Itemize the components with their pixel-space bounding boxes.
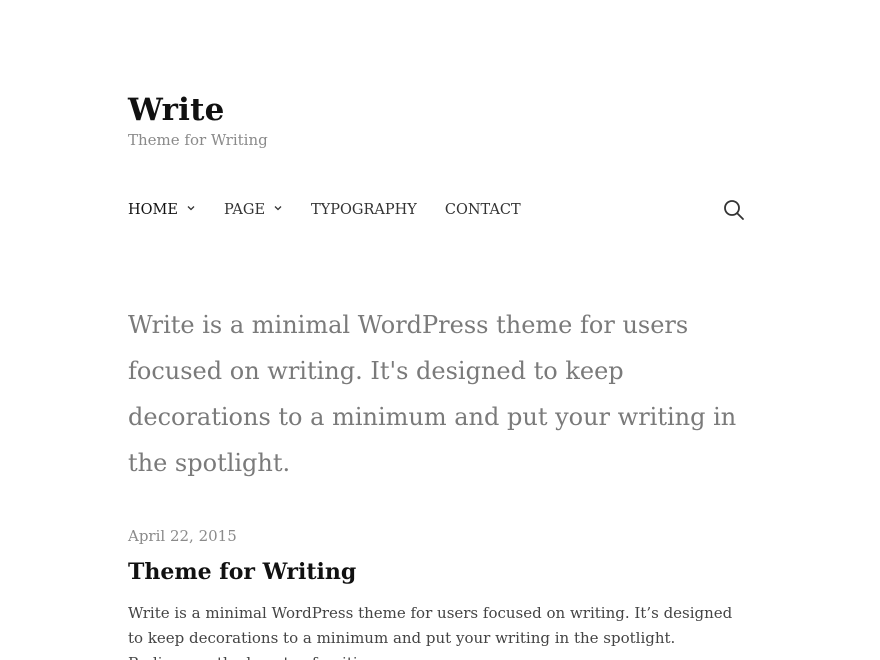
post-entry: April 22, 2015 Theme for Writing Write i… <box>128 524 748 660</box>
nav-item-page[interactable]: PAGE <box>224 198 283 222</box>
site-header: Write Theme for Writing <box>128 90 748 150</box>
nav-item-contact[interactable]: CONTACT <box>445 198 521 222</box>
nav-item-home[interactable]: HOME <box>128 198 196 222</box>
nav-item-label: TYPOGRAPHY <box>311 202 417 218</box>
nav-item-label: PAGE <box>223 202 266 218</box>
search-icon <box>724 200 744 220</box>
nav-item-label: CONTACT <box>444 202 521 218</box>
site-title[interactable]: Write <box>128 90 748 130</box>
post-excerpt: Write is a minimal WordPress theme for u… <box>128 604 733 660</box>
nav-item-label: HOME <box>128 202 178 218</box>
nav-item-typography[interactable]: TYPOGRAPHY <box>311 198 417 222</box>
chevron-down-icon <box>187 206 195 211</box>
site-intro: Write is a minimal WordPress theme for u… <box>128 311 737 477</box>
search-button[interactable] <box>720 196 748 224</box>
site-tagline: Theme for Writing <box>128 131 268 149</box>
chevron-down-icon <box>274 206 282 211</box>
post-date[interactable]: April 22, 2015 <box>128 524 748 548</box>
page: Write Theme for Writing HOME PAGE TYPOGR… <box>0 0 880 660</box>
main-navigation: HOME PAGE TYPOGRAPHY CONTACT <box>128 196 748 224</box>
post-title[interactable]: Theme for Writing <box>128 557 748 587</box>
